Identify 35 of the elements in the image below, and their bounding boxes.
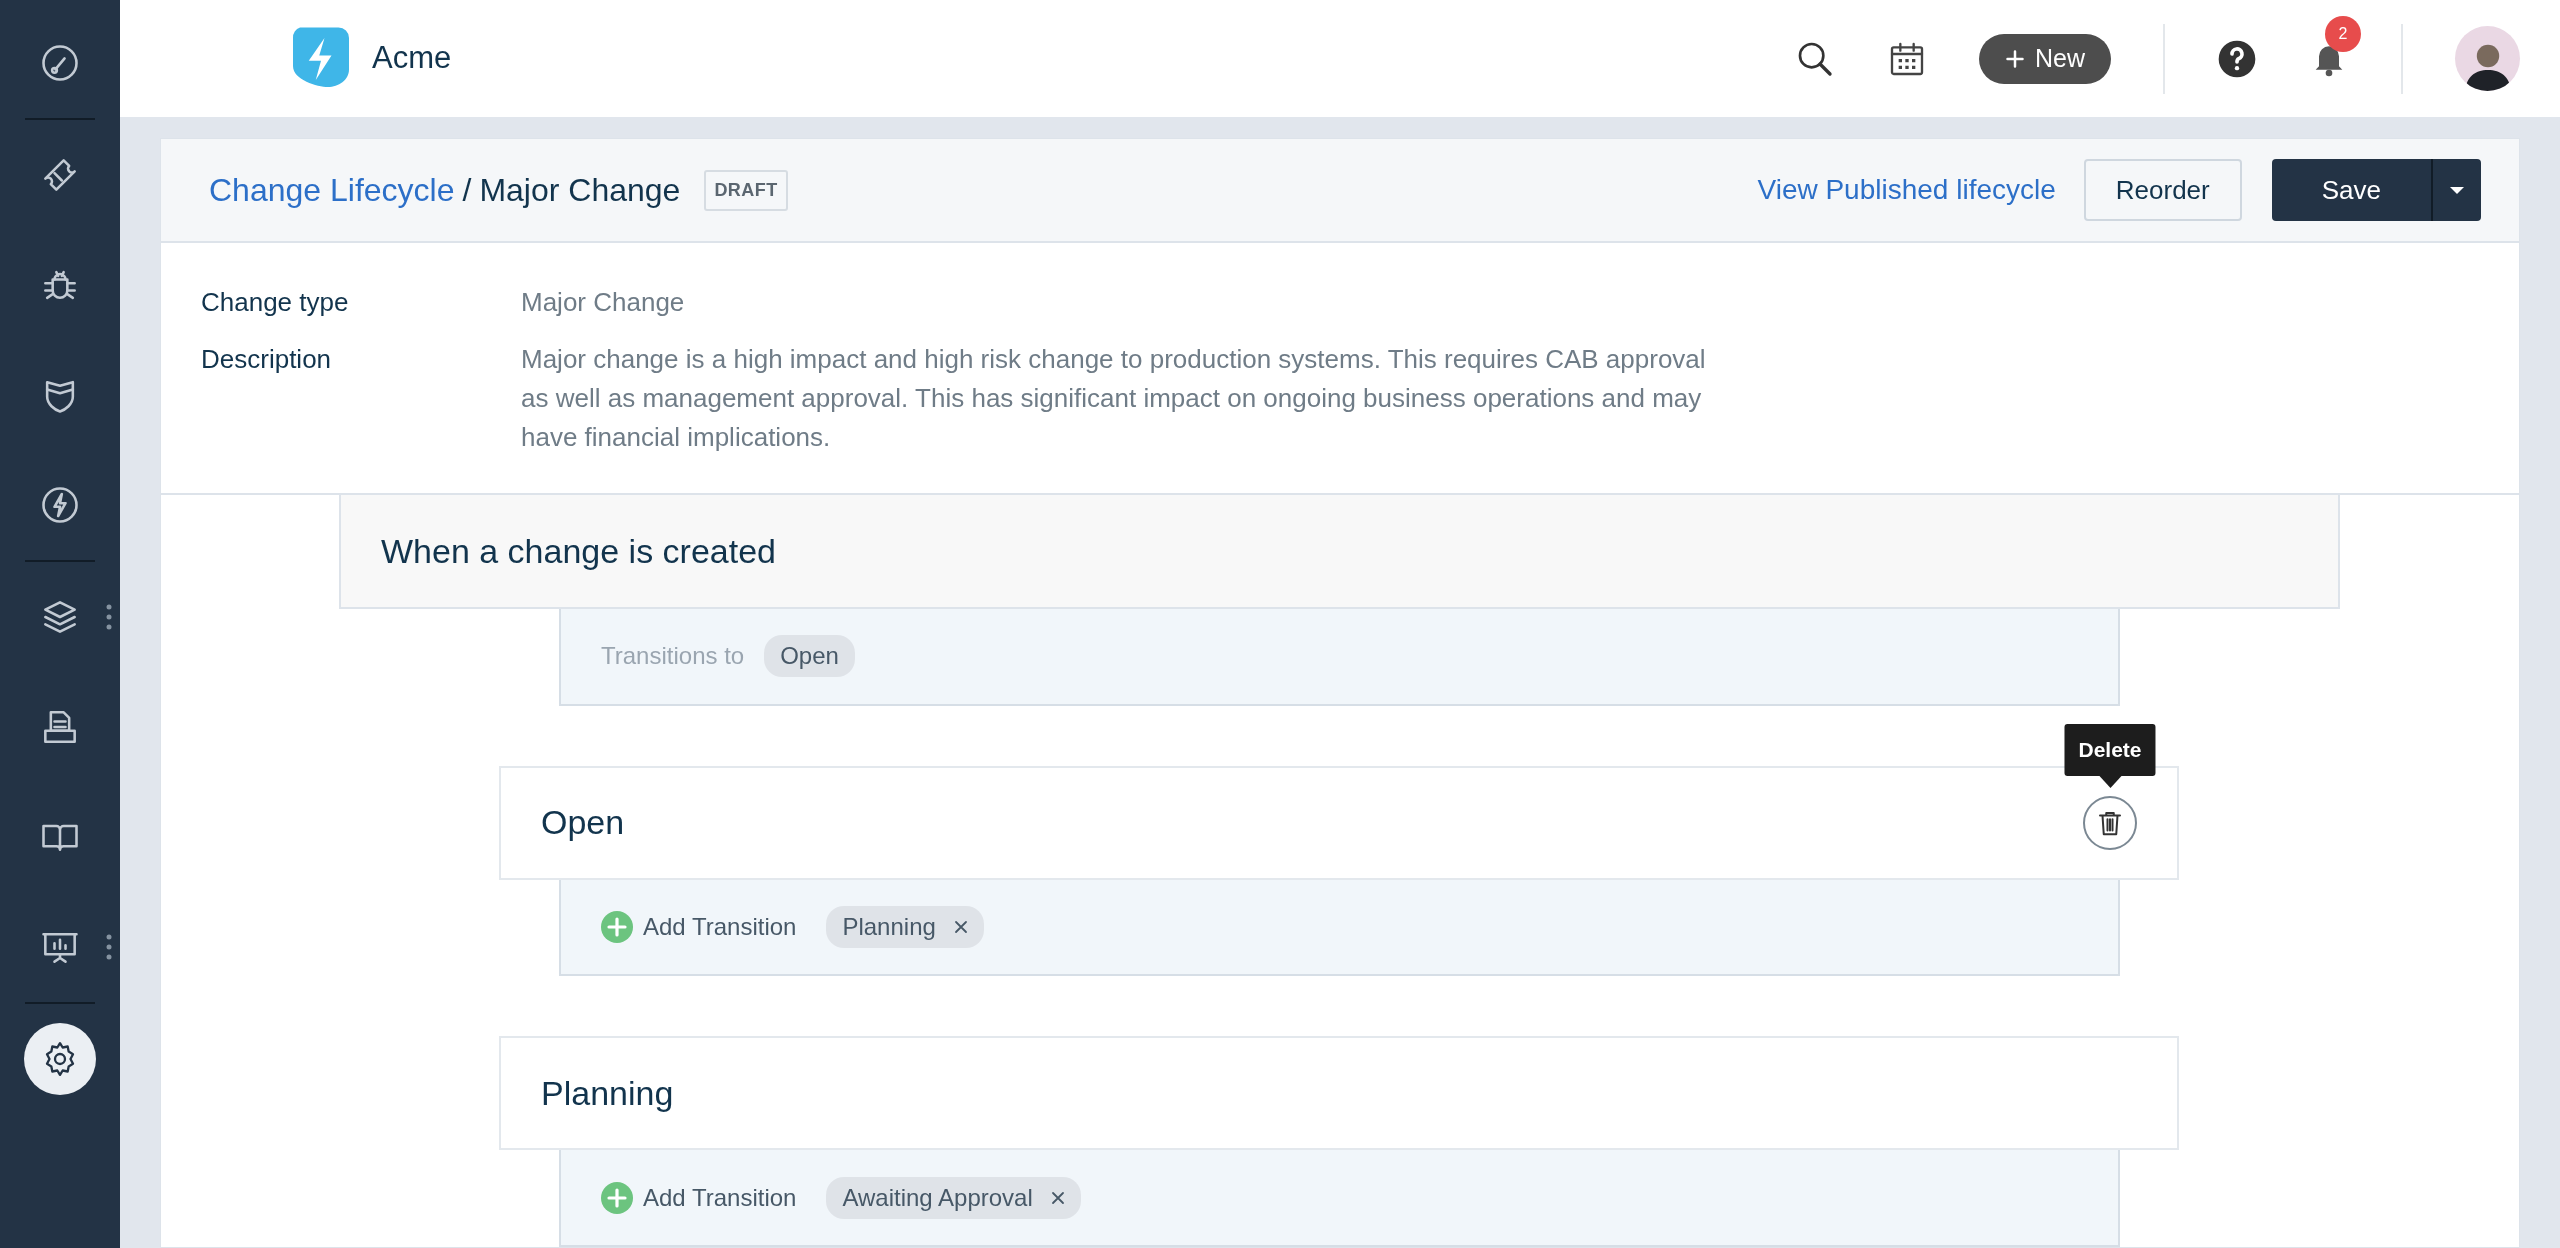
- delete-button[interactable]: [2083, 795, 2137, 850]
- add-transition-button[interactable]: Add Transition: [601, 1179, 797, 1216]
- page-title: Major Change: [479, 171, 681, 211]
- field-label: Change type: [201, 286, 350, 320]
- tooltip: Delete: [2064, 724, 2156, 788]
- chip-label: Planning: [842, 912, 936, 942]
- new-button[interactable]: New: [1979, 33, 2111, 84]
- add-transition-button[interactable]: Add Transition: [601, 909, 797, 945]
- chip-label: Awaiting Approval: [842, 1182, 1033, 1213]
- field-value: Major change is a high impact and high risk change to production systems. This requires CAB approval as well as management approval. This has significant impact on ongoing business operations and may have financial implications.: [521, 343, 1707, 455]
- help-icon[interactable]: [2217, 38, 2257, 79]
- state-chip: Open: [764, 635, 855, 678]
- field-value: Major Change: [521, 286, 685, 320]
- plus-circle-icon: [601, 911, 633, 943]
- trigger-title: When a change is created: [381, 530, 777, 572]
- plus-icon: [2005, 48, 2025, 69]
- notification-count: 2: [2325, 15, 2361, 52]
- remove-icon[interactable]: [953, 920, 968, 934]
- breadcrumb-link[interactable]: Change Lifecycle: [209, 166, 455, 215]
- reorder-button[interactable]: Reorder: [2083, 159, 2242, 222]
- state-title: Open: [541, 802, 625, 844]
- more-dots-icon[interactable]: [106, 934, 112, 960]
- save-dropdown-button[interactable]: [2431, 159, 2481, 222]
- state-title: Planning: [541, 1072, 674, 1114]
- save-button[interactable]: Save: [2271, 159, 2431, 222]
- breadcrumb-separator: /: [462, 171, 472, 211]
- transitions-label: Transitions to: [601, 641, 745, 672]
- caret-icon: [2449, 185, 2465, 195]
- field-label: Description: [201, 343, 333, 377]
- app-name: Acme: [372, 39, 452, 78]
- plus-circle-icon: [601, 1181, 633, 1214]
- view-published-link[interactable]: View Published lifecycle: [1757, 169, 2056, 212]
- more-dots-icon[interactable]: [106, 604, 112, 630]
- remove-icon[interactable]: [1050, 1190, 1065, 1205]
- status-tag: DRAFT: [704, 169, 788, 211]
